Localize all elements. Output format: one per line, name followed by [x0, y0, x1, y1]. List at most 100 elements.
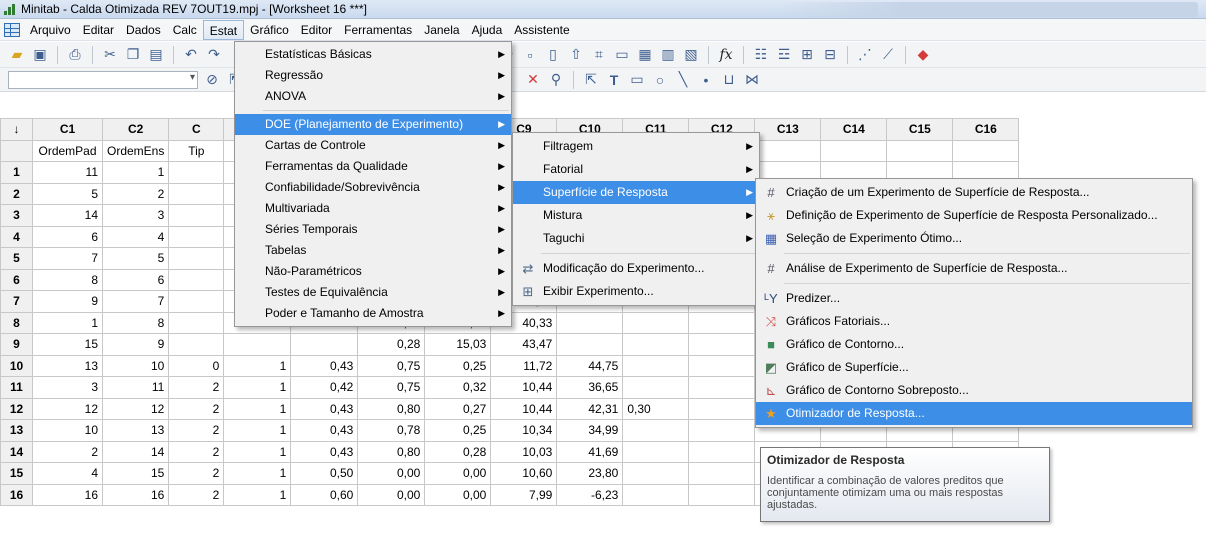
menu-assistente[interactable]: Assistente — [508, 20, 575, 40]
row-header[interactable]: 1 — [0, 161, 33, 184]
table-cell[interactable]: 0,00 — [424, 483, 492, 506]
table-cell[interactable]: 10 — [32, 419, 103, 442]
column-id-c13[interactable]: C13 — [754, 118, 822, 141]
menu-item-regression[interactable]: Regressão ▶ — [235, 65, 511, 86]
text-tool-icon[interactable]: T — [605, 71, 623, 89]
table-cell[interactable] — [688, 376, 756, 399]
menu-item-anova[interactable]: ANOVA ▶ — [235, 86, 511, 107]
table-cell[interactable]: 2 — [168, 419, 225, 442]
row-header[interactable]: 2 — [0, 182, 33, 205]
table-cell[interactable]: 0,80 — [357, 397, 426, 420]
table-cell[interactable]: 0,00 — [357, 483, 426, 506]
row-header[interactable]: 14 — [0, 440, 33, 463]
polyline-tool-icon[interactable]: ⊔ — [720, 71, 738, 89]
menu-editor[interactable]: Editor — [295, 20, 338, 40]
column-name-cell[interactable]: Tip — [168, 139, 225, 162]
table-cell[interactable]: 0,43 — [290, 354, 359, 377]
table-cell[interactable] — [622, 440, 690, 463]
table-cell[interactable]: 0,43 — [290, 440, 359, 463]
menu-item-surface-plot[interactable]: ◩ Gráfico de Superfície... — [756, 356, 1192, 379]
table-cell[interactable]: 34,99 — [556, 419, 624, 442]
table-cell[interactable] — [168, 247, 225, 270]
insert-rows-icon[interactable]: ☷ — [752, 46, 770, 64]
table-cell[interactable]: 13 — [32, 354, 103, 377]
column-name-cell[interactable] — [886, 139, 954, 162]
project-manager-icon[interactable]: ⇧ — [567, 46, 585, 64]
menu-ferramentas[interactable]: Ferramentas — [338, 20, 418, 40]
menu-item-power-sample-size[interactable]: Poder e Tamanho de Amostra ▶ — [235, 303, 511, 324]
table-cell[interactable]: 4 — [101, 225, 170, 248]
menu-item-stats-basic[interactable]: Estatísticas Básicas ▶ — [235, 44, 511, 65]
table-cell[interactable]: 12 — [101, 397, 170, 420]
table-cell[interactable]: 3 — [32, 376, 103, 399]
menu-item-multivariate[interactable]: Multivariada ▶ — [235, 198, 511, 219]
menu-item-predict[interactable]: ᴸY Predizer... — [756, 287, 1192, 310]
eraser-icon[interactable]: ◆ — [914, 46, 932, 64]
pointer-icon[interactable]: ⇱ — [582, 71, 600, 89]
table-cell[interactable]: 10 — [101, 354, 170, 377]
menu-item-factorial[interactable]: Fatorial ▶ — [513, 158, 759, 181]
table-cell[interactable]: 8 — [101, 311, 170, 334]
table-cell[interactable]: -6,23 — [556, 483, 624, 506]
table-cell[interactable] — [622, 376, 690, 399]
table-cell[interactable]: 2 — [168, 397, 225, 420]
column-id-c3[interactable]: C — [168, 118, 225, 141]
table-cell[interactable]: 1 — [223, 419, 292, 442]
layout-icon[interactable]: ⌗ — [590, 46, 608, 64]
move-columns-icon[interactable]: ⊞ — [798, 46, 816, 64]
worksheet-window-icon[interactable]: ▯ — [544, 46, 562, 64]
graph-icon[interactable]: ▭ — [613, 46, 631, 64]
table-cell[interactable] — [556, 333, 624, 356]
table-cell[interactable]: 0,25 — [424, 419, 492, 442]
table-cell[interactable] — [168, 311, 225, 334]
table-cell[interactable] — [556, 311, 624, 334]
table-cell[interactable]: 0,30 — [622, 397, 690, 420]
column-id-arrow[interactable]: ↓ — [0, 118, 33, 141]
table-cell[interactable]: 36,65 — [556, 376, 624, 399]
column-name-cell[interactable] — [754, 139, 822, 162]
row-header[interactable]: 12 — [0, 397, 33, 420]
table-cell[interactable]: 13 — [101, 419, 170, 442]
table-cell[interactable]: 7,99 — [490, 483, 558, 506]
menu-arquivo[interactable]: Arquivo — [24, 20, 77, 40]
table-cell[interactable]: 1 — [101, 161, 170, 184]
table-cell[interactable]: 2 — [168, 462, 225, 485]
table-cell[interactable] — [688, 311, 756, 334]
table-cell[interactable] — [290, 333, 359, 356]
table-cell[interactable]: 43,47 — [490, 333, 558, 356]
column-name-corner[interactable] — [0, 139, 33, 162]
menu-item-time-series[interactable]: Séries Temporais ▶ — [235, 219, 511, 240]
table-cell[interactable]: 16 — [32, 483, 103, 506]
session-window-icon[interactable]: ▫ — [521, 46, 539, 64]
menu-item-modify-design[interactable]: ⇄ Modificação do Experimento... — [513, 257, 759, 280]
column-id-c1[interactable]: C1 — [32, 118, 103, 141]
table-cell[interactable]: 10,34 — [490, 419, 558, 442]
menu-item-quality-tools[interactable]: Ferramentas da Qualidade ▶ — [235, 156, 511, 177]
column-selector-combo[interactable] — [8, 70, 198, 89]
table-cell[interactable]: 42,31 — [556, 397, 624, 420]
table-cell[interactable] — [223, 333, 292, 356]
table-cell[interactable]: 0,78 — [357, 419, 426, 442]
table-cell[interactable]: 1 — [223, 462, 292, 485]
menu-editar[interactable]: Editar — [77, 20, 120, 40]
column-id-c16[interactable]: C16 — [952, 118, 1020, 141]
menu-item-screening[interactable]: Filtragem ▶ — [513, 135, 759, 158]
table-cell[interactable]: 3 — [101, 204, 170, 227]
table-cell[interactable]: 1 — [223, 397, 292, 420]
table-cell[interactable] — [688, 462, 756, 485]
table-cell[interactable]: 11 — [32, 161, 103, 184]
row-header[interactable]: 4 — [0, 225, 33, 248]
undo-icon[interactable]: ↶ — [182, 46, 200, 64]
brush-icon[interactable]: ⊟ — [821, 46, 839, 64]
table-icon[interactable]: ▦ — [636, 46, 654, 64]
menu-item-nonparametrics[interactable]: Não-Paramétricos ▶ — [235, 261, 511, 282]
column-id-c2[interactable]: C2 — [101, 118, 170, 141]
menu-item-select-optimal-design[interactable]: ▦ Seleção de Experimento Ótimo... — [756, 227, 1192, 250]
menu-item-equivalence-tests[interactable]: Testes de Equivalência ▶ — [235, 282, 511, 303]
table-cell[interactable] — [688, 419, 756, 442]
column-name-cell[interactable] — [820, 139, 888, 162]
table-cell[interactable] — [688, 333, 756, 356]
table-cell[interactable] — [168, 225, 225, 248]
table-cell[interactable]: 0,32 — [424, 376, 492, 399]
table-cell[interactable] — [688, 440, 756, 463]
